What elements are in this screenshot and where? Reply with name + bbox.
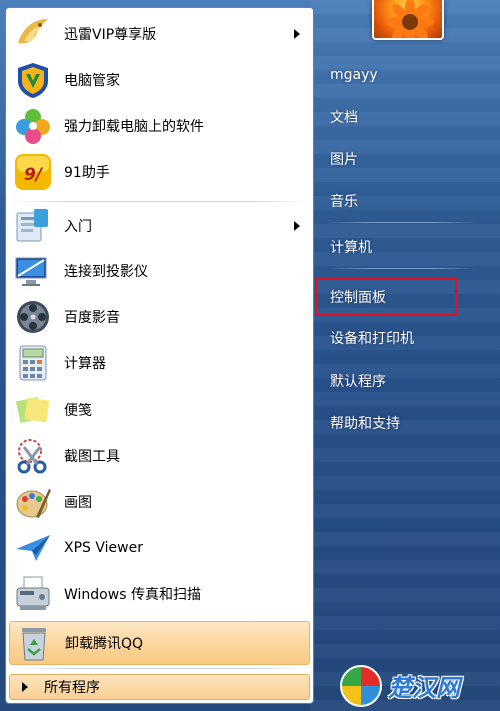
user-avatar[interactable] <box>372 0 444 40</box>
uninstaller-clover-icon <box>14 107 52 145</box>
watermark-logo-icon <box>340 664 382 707</box>
program-label: 画图 <box>64 495 92 511</box>
submenu-arrow-icon <box>294 29 300 39</box>
program-xps-viewer[interactable]: XPS Viewer <box>9 526 310 570</box>
program-sticky-notes[interactable]: 便笺 <box>9 388 310 432</box>
program-snipping-tool[interactable]: 截图工具 <box>9 434 310 478</box>
arrow-right-icon <box>22 682 28 692</box>
default-programs-label: 默认程序 <box>330 374 386 390</box>
start-menu: 迅雷VIP尊享版 电脑管家 强力卸载电脑上的软件 9/ 91助手 入门 连接到投… <box>0 0 500 711</box>
program-windows-fax-scan[interactable]: Windows 传真和扫描 <box>9 572 310 616</box>
control-panel-label: 控制面板 <box>330 290 386 306</box>
program-uninstaller[interactable]: 强力卸载电脑上的软件 <box>9 104 310 148</box>
program-91-assistant[interactable]: 9/ 91助手 <box>9 150 310 194</box>
program-label: 百度影音 <box>64 310 120 326</box>
control-panel-link[interactable]: 控制面板 <box>330 282 386 312</box>
program-baidu-player[interactable]: 百度影音 <box>9 295 310 339</box>
xps-viewer-plane-icon <box>14 529 52 567</box>
recycle-bin-icon <box>15 624 53 662</box>
program-label: 强力卸载电脑上的软件 <box>64 119 204 135</box>
separator <box>326 222 476 223</box>
programs-pane: 迅雷VIP尊享版 电脑管家 强力卸载电脑上的软件 9/ 91助手 入门 连接到投… <box>5 7 314 704</box>
separator <box>14 668 307 669</box>
program-label: 入门 <box>64 219 92 235</box>
pictures-label: 图片 <box>330 152 358 168</box>
sticky-notes-icon <box>14 391 52 429</box>
default-programs-link[interactable]: 默认程序 <box>330 366 386 396</box>
getting-started-icon <box>14 207 52 245</box>
program-label: 连接到投影仪 <box>64 264 148 280</box>
devices-printers-label: 设备和打印机 <box>330 331 414 347</box>
user-name: mgayy <box>330 67 378 83</box>
devices-printers-link[interactable]: 设备和打印机 <box>330 323 414 353</box>
program-label: 便笺 <box>64 403 92 419</box>
program-pc-manager[interactable]: 电脑管家 <box>9 58 310 102</box>
xunlei-bird-icon <box>14 15 52 53</box>
separator <box>326 268 476 269</box>
all-programs-button[interactable]: 所有程序 <box>9 674 310 700</box>
snipping-tool-scissors-icon <box>14 437 52 475</box>
program-label: 迅雷VIP尊享版 <box>64 27 157 43</box>
91-assistant-icon: 9/ <box>14 153 52 191</box>
projector-display-icon <box>14 252 52 290</box>
flower-picture-icon <box>386 0 434 38</box>
separator <box>14 201 307 202</box>
program-label: 卸载腾讯QQ <box>65 636 144 652</box>
submenu-arrow-icon <box>294 221 300 231</box>
watermark-text: 楚汉网 <box>388 673 460 702</box>
program-paint[interactable]: 画图 <box>9 480 310 524</box>
baidu-player-reel-icon <box>14 298 52 336</box>
program-getting-started[interactable]: 入门 <box>9 204 310 248</box>
program-label: 电脑管家 <box>64 73 120 89</box>
paint-palette-icon <box>14 483 52 521</box>
program-connect-projector[interactable]: 连接到投影仪 <box>9 249 310 293</box>
documents-link[interactable]: 文档 <box>330 102 358 132</box>
documents-label: 文档 <box>330 110 358 126</box>
pictures-link[interactable]: 图片 <box>330 144 358 174</box>
fax-scanner-icon <box>14 575 52 613</box>
user-name-link[interactable]: mgayy <box>330 60 378 90</box>
program-uninstall-qq[interactable]: 卸载腾讯QQ <box>9 621 310 665</box>
site-watermark: 楚汉网 <box>340 660 500 711</box>
program-xunlei-vip[interactable]: 迅雷VIP尊享版 <box>9 12 310 56</box>
computer-label: 计算机 <box>330 240 372 256</box>
tencent-pc-manager-shield-icon <box>14 61 52 99</box>
program-label: 计算器 <box>64 356 106 372</box>
help-support-link[interactable]: 帮助和支持 <box>330 408 400 438</box>
program-label: XPS Viewer <box>64 540 143 556</box>
computer-link[interactable]: 计算机 <box>330 232 372 262</box>
program-label: 截图工具 <box>64 449 120 465</box>
help-support-label: 帮助和支持 <box>330 416 400 432</box>
music-link[interactable]: 音乐 <box>330 186 358 216</box>
program-label: 91助手 <box>64 165 110 181</box>
music-label: 音乐 <box>330 194 358 210</box>
calculator-icon <box>14 344 52 382</box>
program-label: Windows 传真和扫描 <box>64 587 201 603</box>
all-programs-label: 所有程序 <box>44 680 100 696</box>
svg-text:9/: 9/ <box>24 165 44 185</box>
program-calculator[interactable]: 计算器 <box>9 341 310 385</box>
